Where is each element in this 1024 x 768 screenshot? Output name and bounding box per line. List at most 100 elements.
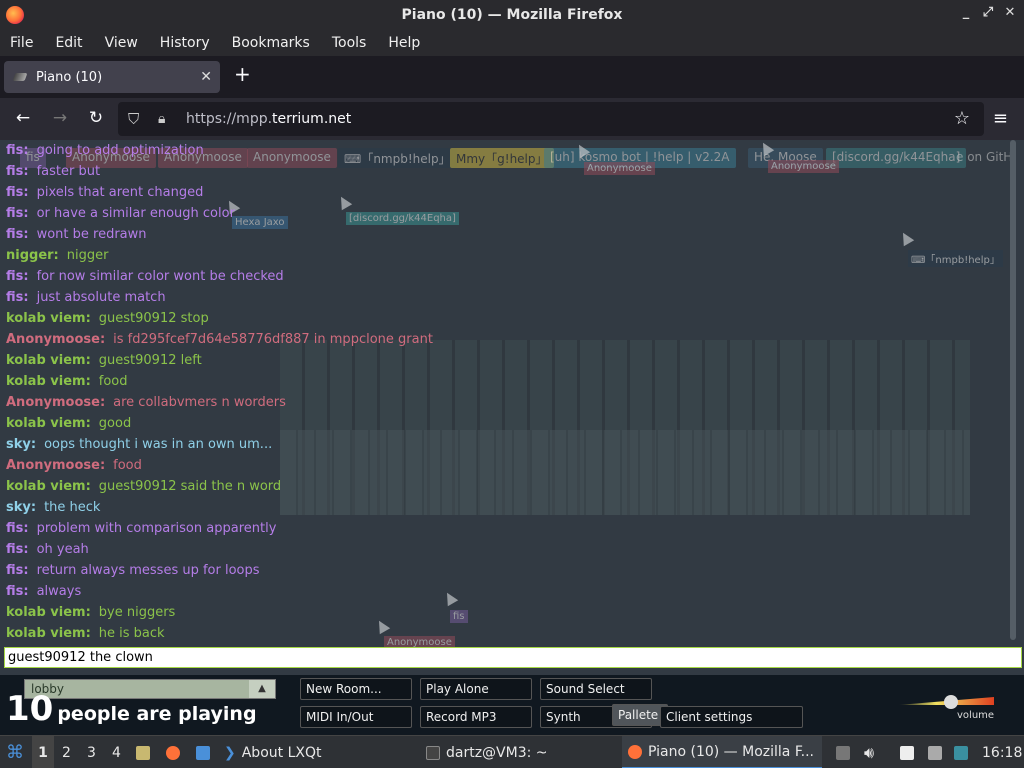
- screen: Piano (10) — Mozilla Firefox _ ⤢ ✕ File …: [0, 0, 1024, 768]
- chat-author: fis:: [6, 227, 29, 242]
- menu-tools[interactable]: Tools: [332, 35, 367, 51]
- chat-text: bye niggers: [98, 605, 176, 620]
- desktop-2[interactable]: 2: [62, 736, 71, 768]
- nav-bar: ← → ↻ ⛉ 🔒︎ https://mpp.terrium.net ☆ ≡: [0, 98, 1024, 140]
- menu-file[interactable]: File: [10, 35, 33, 51]
- shield-icon[interactable]: ⛉: [128, 110, 144, 128]
- volume-knob[interactable]: [944, 695, 958, 709]
- maximize-button[interactable]: ⤢: [982, 5, 994, 20]
- chat-author: kolab viem:: [6, 416, 91, 431]
- chat-message: fis: faster but: [6, 161, 1006, 182]
- chat-author: fis:: [6, 521, 29, 536]
- clipboard-icon[interactable]: [836, 736, 850, 768]
- taskbar-terminal[interactable]: dartz@VM3: ~: [426, 736, 548, 768]
- menu-history[interactable]: History: [160, 35, 210, 51]
- forward-button[interactable]: →: [49, 108, 71, 128]
- chat-message: kolab viem: guest90912 said the n word: [6, 476, 1006, 497]
- chat-message: fis: return always messes up for loops: [6, 560, 1006, 581]
- firefox-icon: [628, 744, 642, 759]
- chat-author: kolab viem:: [6, 311, 91, 326]
- chat-log: fis: going to add optimization fis: faster …: [6, 140, 1006, 644]
- file-manager-icon[interactable]: [136, 736, 150, 768]
- chat-text: return always messes up for loops: [36, 563, 260, 578]
- clock[interactable]: 16:18: [982, 736, 1022, 768]
- client-settings-button[interactable]: Client settings: [660, 706, 803, 728]
- window-title: Piano (10) — Mozilla Firefox: [401, 7, 623, 23]
- chat-text: food: [98, 374, 128, 389]
- lock-icon[interactable]: 🔒︎: [158, 111, 174, 127]
- lxqt-menu-icon[interactable]: ⌘: [6, 736, 24, 768]
- url-text[interactable]: https://mpp.terrium.net: [186, 111, 351, 127]
- taskbar-about-lxqt[interactable]: ❯ About LXQt: [224, 736, 321, 768]
- play-alone-button[interactable]: Play Alone: [420, 678, 532, 700]
- midi-button[interactable]: MIDI In/Out: [300, 706, 412, 728]
- minimize-button[interactable]: _: [960, 5, 972, 20]
- tab-close-icon[interactable]: ✕: [200, 69, 212, 85]
- back-button[interactable]: ←: [12, 108, 34, 128]
- menu-edit[interactable]: Edit: [55, 35, 82, 51]
- chat-author: fis:: [6, 584, 29, 599]
- chat-author: fis:: [6, 164, 29, 179]
- reload-button[interactable]: ↻: [85, 108, 107, 128]
- close-button[interactable]: ✕: [1004, 5, 1016, 20]
- window-controls: _ ⤢ ✕: [960, 5, 1016, 20]
- chat-text: good: [98, 416, 132, 431]
- tab-piano[interactable]: Piano (10) ✕: [4, 61, 220, 93]
- piano-controls: lobby ▲ 10 people are playing New Room...…: [0, 675, 1024, 735]
- window-titlebar: Piano (10) — Mozilla Firefox _ ⤢ ✕: [0, 0, 1024, 30]
- taskbar-firefox[interactable]: Piano (10) — Mozilla F...: [622, 736, 822, 768]
- network-icon[interactable]: [954, 736, 968, 768]
- chat-text: always: [36, 584, 82, 599]
- app-menu-icon[interactable]: ≡: [993, 108, 1008, 129]
- chat-author: fis:: [6, 290, 29, 305]
- chat-message: sky: oops thought i was in an own um...: [6, 434, 1006, 455]
- chat-text: oh yeah: [36, 542, 89, 557]
- bookmark-star-icon[interactable]: ☆: [954, 108, 970, 129]
- url-bar[interactable]: ⛉ 🔒︎ https://mpp.terrium.net ☆: [118, 102, 984, 136]
- desktop-1[interactable]: 1: [32, 736, 54, 768]
- chat-text: wont be redrawn: [36, 227, 147, 242]
- menu-view[interactable]: View: [105, 35, 138, 51]
- firefox-launcher-icon[interactable]: [166, 736, 180, 768]
- player-count: 10 people are playing: [6, 689, 257, 729]
- notes-icon[interactable]: [900, 736, 914, 768]
- terminal-icon: [426, 745, 440, 760]
- chat-text: pixels that arent changed: [36, 185, 204, 200]
- chat-author: kolab viem:: [6, 374, 91, 389]
- chat-text: are collabvmers n worders: [113, 395, 286, 410]
- desktop-4[interactable]: 4: [112, 736, 121, 768]
- chat-text: the heck: [44, 500, 101, 515]
- display-icon[interactable]: [928, 736, 942, 768]
- chat-author: nigger:: [6, 248, 59, 263]
- chat-message: Anonymoose: food: [6, 455, 1006, 476]
- chat-message: Anonymoose: is fd295fcef7d64e58776df887 i…: [6, 329, 1006, 350]
- chat-author: Anonymoose:: [6, 332, 106, 347]
- volume-icon[interactable]: 🔊︎: [864, 736, 874, 768]
- chat-author: fis:: [6, 563, 29, 578]
- menu-help[interactable]: Help: [388, 35, 420, 51]
- record-mp3-button[interactable]: Record MP3: [420, 706, 532, 728]
- new-tab-button[interactable]: +: [234, 62, 251, 86]
- volume-label: volume: [957, 710, 995, 721]
- chat-message: kolab viem: he is back: [6, 623, 1006, 644]
- sound-select-button[interactable]: Sound Select: [540, 678, 652, 700]
- chat-message: fis: just absolute match: [6, 287, 1006, 308]
- chat-text: guest90912 said the n word: [98, 479, 282, 494]
- chat-author: kolab viem:: [6, 605, 91, 620]
- chat-scrollbar[interactable]: [1010, 140, 1016, 640]
- menu-bookmarks[interactable]: Bookmarks: [232, 35, 310, 51]
- chat-message: nigger: nigger: [6, 245, 1006, 266]
- chat-message: fis: going to add optimization: [6, 140, 1006, 161]
- chat-message: fis: or have a similar enough color: [6, 203, 1006, 224]
- taskbar: ⌘ 1 2 3 4 ❯ About LXQt dartz@VM3: ~ Piano…: [0, 735, 1024, 768]
- chat-author: kolab viem:: [6, 479, 91, 494]
- piano-favicon-icon: [12, 73, 28, 81]
- desktop-3[interactable]: 3: [87, 736, 96, 768]
- chat-author: sky:: [6, 500, 37, 515]
- chat-text: oops thought i was in an own um...: [44, 437, 273, 452]
- new-room-button[interactable]: New Room...: [300, 678, 412, 700]
- show-desktop-icon[interactable]: [196, 736, 210, 768]
- chat-input[interactable]: guest90912 the clown: [4, 647, 1022, 668]
- chat-text: is fd295fcef7d64e58776df887 in mppclone …: [113, 332, 433, 347]
- tab-bar: Piano (10) ✕: [0, 56, 1024, 98]
